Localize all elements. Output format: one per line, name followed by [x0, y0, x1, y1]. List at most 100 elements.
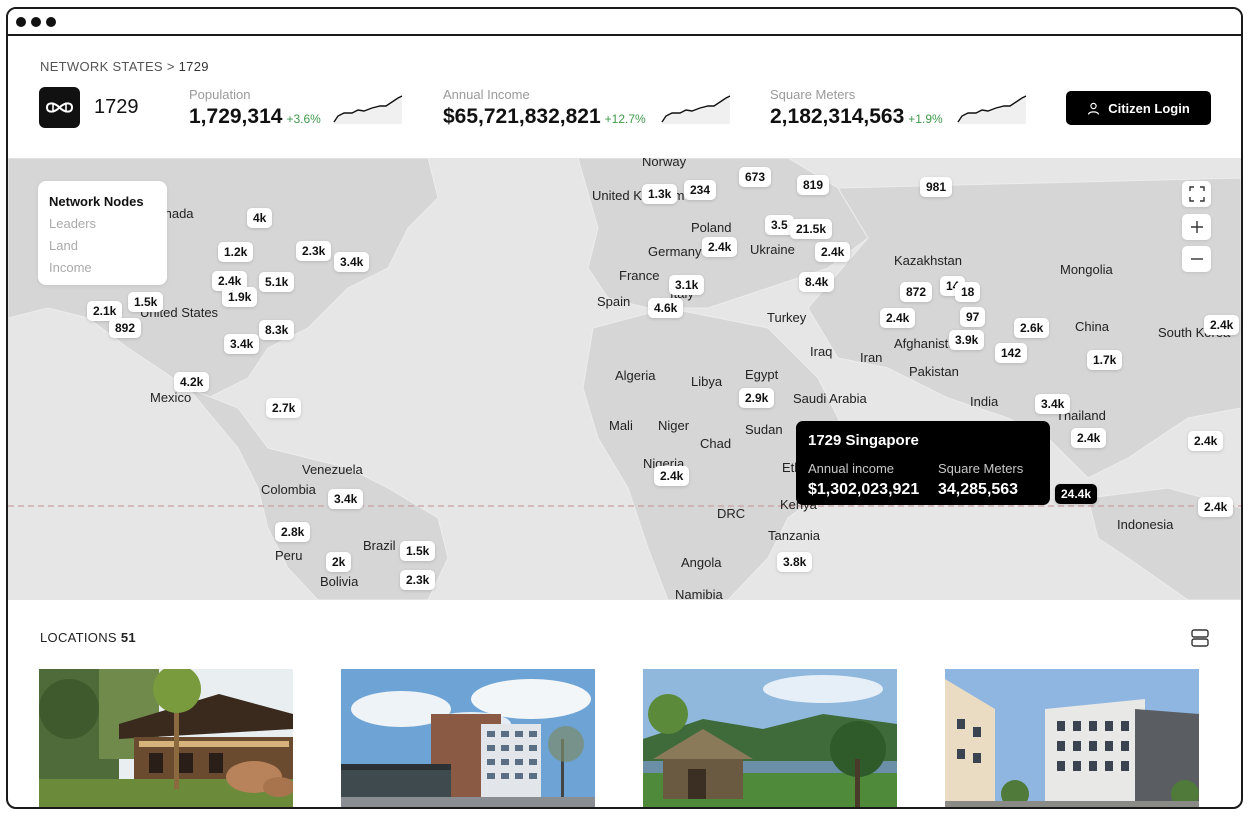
user-icon — [1088, 102, 1100, 115]
window-dot-icon[interactable] — [31, 17, 41, 27]
map-pin[interactable]: 8.3k — [259, 320, 295, 340]
legend-item-income[interactable]: Income — [49, 257, 156, 279]
plus-icon — [1190, 221, 1203, 233]
map-pin[interactable]: 2.3k — [296, 241, 332, 261]
map-pin[interactable]: 2.4k — [1204, 315, 1240, 335]
map-pin-selected[interactable]: 24.4k — [1055, 484, 1098, 504]
map-pin[interactable]: 2.4k — [1198, 497, 1234, 517]
map-pin[interactable]: 1.5k — [128, 292, 164, 312]
map-pin[interactable]: 18 — [955, 282, 981, 302]
stat-label-area: Square Meters — [770, 87, 856, 102]
country-label: Niger — [658, 418, 690, 433]
map-pin[interactable]: 2.4k — [1071, 428, 1107, 448]
legend-item-land[interactable]: Land — [49, 235, 156, 257]
breadcrumb-section[interactable]: NETWORK STATES — [40, 59, 163, 74]
map-pin[interactable]: 234 — [684, 180, 717, 200]
country-label: France — [619, 268, 660, 283]
map-pin[interactable]: 3.4k — [328, 489, 364, 509]
map-pin[interactable]: 3.4k — [1035, 394, 1071, 414]
map-pin[interactable]: 97 — [960, 307, 986, 327]
country-label: Sudan — [745, 422, 783, 437]
map-pin[interactable]: 2.4k — [702, 237, 738, 257]
map-pin[interactable]: 2.4k — [654, 466, 690, 486]
apartment-blocks-image — [945, 669, 1199, 807]
world-map[interactable]: Norway United Kingdom Poland Germany Ukr… — [8, 158, 1241, 600]
stat-number: $65,721,832,821 — [443, 105, 601, 128]
wooden-house-image — [39, 669, 293, 807]
map-pin[interactable]: 4.2k — [174, 372, 210, 392]
map-pin[interactable]: 1.3k — [642, 184, 678, 204]
country-label: Brazil — [363, 538, 396, 553]
legend-title[interactable]: Network Nodes — [49, 191, 156, 213]
window-dot-icon[interactable] — [46, 17, 56, 27]
map-pin[interactable]: 872 — [900, 282, 933, 302]
map-pin[interactable]: 3.4k — [224, 334, 260, 354]
location-photo[interactable] — [39, 669, 293, 807]
country-label: Iraq — [810, 344, 833, 359]
country-label: Peru — [275, 548, 303, 563]
fullscreen-icon — [1188, 186, 1205, 202]
country-label: Norway — [642, 158, 687, 169]
sparkline-income — [661, 95, 731, 124]
map-pin[interactable]: 2.4k — [880, 308, 916, 328]
map-pin[interactable]: 2.8k — [275, 522, 311, 542]
legend-item-leaders[interactable]: Leaders — [49, 213, 156, 235]
stat-value-income: $65,721,832,821 +12.7% — [443, 105, 646, 129]
map-pin[interactable]: 3.9k — [949, 330, 985, 350]
map-pin[interactable]: 2.4k — [815, 242, 851, 262]
fullscreen-button[interactable] — [1182, 181, 1211, 207]
map-pin[interactable]: 142 — [995, 343, 1028, 363]
map-pin[interactable]: 2k — [326, 552, 352, 572]
breadcrumb: NETWORK STATES > 1729 — [40, 59, 209, 74]
map-pin[interactable]: 3.1k — [669, 275, 705, 295]
map-pin[interactable]: 981 — [920, 177, 953, 197]
country-label: Mongolia — [1060, 262, 1113, 277]
map-pin[interactable]: 4.6k — [648, 298, 684, 318]
map-pin[interactable]: 4k — [247, 208, 273, 228]
citizen-login-button[interactable]: Citizen Login — [1066, 91, 1211, 125]
country-label: Turkey — [767, 310, 807, 325]
country-label: Saudi Arabia — [793, 391, 867, 406]
map-pin[interactable]: 1.7k — [1087, 350, 1123, 370]
locations-count: 51 — [120, 630, 136, 645]
map-pin[interactable]: 8.4k — [799, 272, 835, 292]
locations-title: LOCATIONS — [40, 630, 117, 645]
tooltip-area-label: Square Meters — [938, 461, 1024, 476]
map-pin[interactable]: 673 — [739, 167, 772, 187]
map-pin[interactable]: 1.2k — [218, 242, 254, 262]
country-label: Iran — [860, 350, 883, 365]
location-photo[interactable] — [643, 669, 897, 807]
zoom-out-button[interactable] — [1182, 246, 1211, 272]
map-pin[interactable]: 2.9k — [739, 388, 775, 408]
map-pin[interactable]: 2.7k — [266, 398, 302, 418]
zoom-in-button[interactable] — [1182, 214, 1211, 240]
country-label: Pakistan — [909, 364, 959, 379]
map-pin[interactable]: 5.1k — [259, 272, 295, 292]
location-photo[interactable] — [341, 669, 595, 807]
rows-layout-icon[interactable] — [1190, 628, 1210, 648]
map-pin[interactable]: 819 — [797, 175, 830, 195]
window-titlebar — [8, 9, 1241, 36]
stat-change: +3.6% — [286, 112, 321, 126]
stat-change: +1.9% — [908, 112, 943, 126]
map-pin[interactable]: 21.5k — [790, 219, 833, 239]
browser-window: NETWORK STATES > 1729 1729 Population 1,… — [6, 7, 1243, 809]
map-pin[interactable]: 3.4k — [334, 252, 370, 272]
map-pin[interactable]: 1.5k — [400, 541, 436, 561]
stat-label-population: Population — [189, 87, 251, 102]
tooltip-title: 1729 Singapore — [808, 432, 919, 449]
map-pin[interactable]: 892 — [109, 318, 142, 338]
citizen-login-label: Citizen Login — [1108, 100, 1190, 116]
map-pin[interactable]: 2.4k — [1188, 431, 1224, 451]
window-dot-icon[interactable] — [16, 17, 26, 27]
stat-number: 1,729,314 — [189, 105, 283, 128]
map-pin[interactable]: 3.8k — [777, 552, 813, 572]
sparkline-area — [957, 95, 1027, 124]
map-pin[interactable]: 2.3k — [400, 570, 436, 590]
map-pin[interactable]: 2.6k — [1014, 318, 1050, 338]
country-label: Mexico — [150, 390, 192, 405]
location-photo[interactable] — [945, 669, 1199, 807]
map-pin[interactable]: 1.9k — [222, 287, 258, 307]
stat-value-area: 2,182,314,563 +1.9% — [770, 105, 943, 129]
country-label: Poland — [691, 220, 732, 235]
